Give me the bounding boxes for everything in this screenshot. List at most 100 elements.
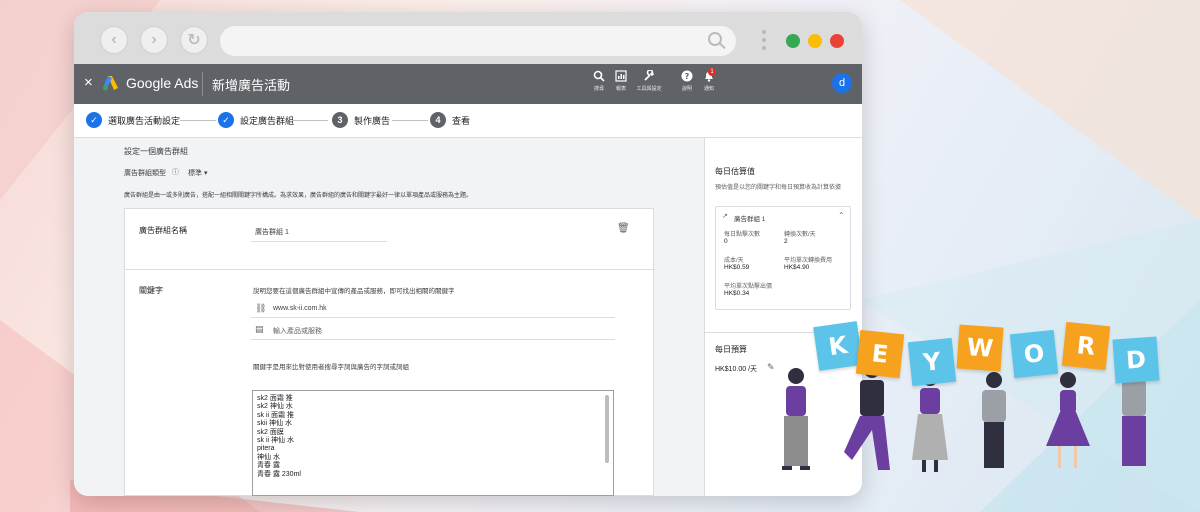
keywords-list: sk2 面霜 推 sk2 神仙 水 sk ii 面霜 推 skii 神仙 水 sk2 面… (253, 391, 613, 479)
search-icon (708, 32, 722, 46)
ad-group-type-value: 標準 (188, 170, 202, 177)
stat-label: 每日點擊次數 (724, 232, 761, 238)
page-title: 新增廣告活動 (212, 78, 291, 93)
dropdown-arrow-icon: ▾ (203, 170, 208, 177)
check-icon: ✓ (218, 112, 234, 128)
daily-budget-title: 每日預算 (715, 345, 747, 354)
letter-tile: W (956, 324, 1004, 372)
stat-label: 平均單次轉換費用 (784, 258, 833, 264)
input-underline (251, 241, 387, 242)
keyword-entry: sk2 面霜 推 (257, 395, 293, 402)
check-icon: ✓ (86, 112, 102, 128)
browser-window: ‹ › ↻ × Google Ads 新增廣告活動 搜尋 報表 工具與設定 ? … (74, 12, 862, 496)
person-4 (982, 372, 1006, 468)
step-connector (292, 120, 328, 121)
step-connector (392, 120, 428, 121)
ad-group-estimate-card: ↗ 廣告群組 1 ⌃ 每日點擊次數 0 轉換次數/天 2 成本/天 HK$0.5… (715, 206, 851, 310)
keyword-entry: sk ii 神仙 水 (257, 437, 294, 445)
letter-tile: D (1112, 336, 1160, 384)
input-underline (251, 339, 615, 340)
step-campaign-settings[interactable]: ✓ 選取廣告活動設定 (86, 112, 180, 128)
letter-tile: K (813, 321, 863, 371)
keyword-entry: sk2 神仙 水 (257, 403, 293, 411)
reload-icon: ↻ (187, 32, 201, 49)
step-review[interactable]: 4 查看 (430, 112, 470, 128)
keyword-entry: skii 神仙 水 (257, 420, 292, 428)
keyword-entry: 青春 露 230ml (257, 470, 301, 478)
divider (202, 72, 203, 96)
keyword-illustration: KEYWORD (760, 300, 1200, 512)
brand-name: Google Ads (126, 75, 199, 91)
letter-tile: R (1061, 321, 1111, 371)
wrench-icon (636, 69, 662, 86)
info-icon: ⓘ (172, 169, 179, 176)
product-input[interactable]: 輸入產品或服務 (273, 326, 322, 336)
campaign-stepper: ✓ 選取廣告活動設定 ✓ 設定廣告群組 3 製作廣告 4 查看 (74, 104, 862, 138)
google-ads-logo-icon (103, 76, 118, 91)
daily-budget-value: HK$10.00 /天 (715, 366, 758, 373)
estimates-title: 每日估算值 (715, 167, 755, 176)
website-input[interactable]: www.sk-ii.com.hk (273, 305, 327, 312)
letter-tile: O (1009, 329, 1059, 379)
svg-text:?: ? (685, 72, 690, 81)
reports-tool-label: 報表 (615, 86, 626, 92)
person-1 (782, 368, 810, 470)
reports-tool-button[interactable]: 報表 (608, 70, 634, 93)
stat-value: HK$0.34 (724, 290, 750, 297)
notifications-tool-label: 通知 (703, 86, 714, 92)
step-label: 查看 (452, 115, 471, 126)
ad-group-description: 廣告群組是由一或多則廣告，搭配一組相關關鍵字所構成。為求效果，廣告群組的廣告和關… (124, 193, 473, 199)
keyword-entry: 神仙 水 (257, 453, 280, 461)
browser-chrome: ‹ › ↻ (74, 12, 862, 64)
step-connector (180, 120, 216, 121)
ad-group-type-select[interactable]: 標準 ▾ (188, 168, 207, 178)
keyword-entry: sk2 面膜 (257, 428, 284, 436)
keywords-hint: 說明您要在這個廣告群組中宣傳的產品或服務，即可找出相關的關鍵字 (253, 288, 455, 295)
keyword-entry: 青春 露 (257, 462, 280, 470)
store-icon: ▤ (255, 324, 264, 334)
window-minimize-dot[interactable] (808, 34, 822, 48)
avatar[interactable]: d (832, 73, 852, 93)
step-number: 4 (430, 112, 446, 128)
scrollbar[interactable] (605, 395, 609, 463)
link-icon: ⛓ (255, 303, 267, 313)
delete-icon[interactable]: 🗑 (617, 223, 630, 234)
tools-settings-button[interactable]: 工具與設定 (636, 69, 662, 93)
input-underline (251, 317, 615, 318)
step-number: 3 (332, 112, 348, 128)
window-close-dot[interactable] (830, 34, 844, 48)
collapse-icon[interactable]: ⌃ (838, 211, 845, 220)
letter-tile: E (855, 329, 905, 379)
ad-group-name-input[interactable]: 廣告群組 1 (255, 227, 289, 237)
forward-icon: › (151, 31, 157, 48)
reload-button[interactable]: ↻ (180, 26, 208, 54)
step-ad-group[interactable]: ✓ 設定廣告群組 (218, 112, 294, 128)
back-button[interactable]: ‹ (100, 26, 128, 54)
keywords-box-hint: 關鍵字是用來比對使用者搜尋字詞與廣告的字詞或詞組 (253, 364, 409, 371)
stat-value: HK$4.90 (784, 264, 810, 271)
keyword-entry: pitera (257, 445, 275, 453)
stat-label: 成本/天 (724, 258, 744, 264)
forward-button[interactable]: › (140, 26, 168, 54)
report-icon (608, 70, 634, 86)
address-bar[interactable] (220, 26, 736, 56)
ad-group-type-label: 廣告群組類型 (124, 170, 166, 177)
step-label: 設定廣告群組 (240, 115, 295, 126)
stat-value: HK$0.59 (724, 264, 750, 271)
stat-label: 平均單次點擊出價 (724, 284, 773, 290)
notification-badge: 1 (708, 68, 716, 76)
stat-value: 2 (784, 238, 788, 245)
kebab-menu-icon[interactable] (762, 30, 766, 50)
estimate-group-name: 廣告群組 1 (734, 216, 766, 223)
estimates-description: 預估值是以您的關鍵字和每日預算收為計算依據 (715, 185, 842, 191)
letter-tile: Y (907, 337, 957, 387)
tools-settings-label: 工具與設定 (636, 86, 662, 92)
window-maximize-dot[interactable] (786, 34, 800, 48)
keywords-label: 關鍵字 (139, 286, 163, 295)
close-icon[interactable]: × (84, 74, 93, 91)
google-ads-header: × Google Ads 新增廣告活動 搜尋 報表 工具與設定 ? 說明 通知 … (74, 64, 862, 104)
keywords-textarea[interactable]: sk2 面霜 推 sk2 神仙 水 sk ii 面霜 推 skii 神仙 水 sk2 面… (252, 390, 614, 496)
divider (125, 269, 655, 270)
step-label: 製作廣告 (354, 115, 391, 126)
step-create-ad[interactable]: 3 製作廣告 (332, 112, 390, 128)
